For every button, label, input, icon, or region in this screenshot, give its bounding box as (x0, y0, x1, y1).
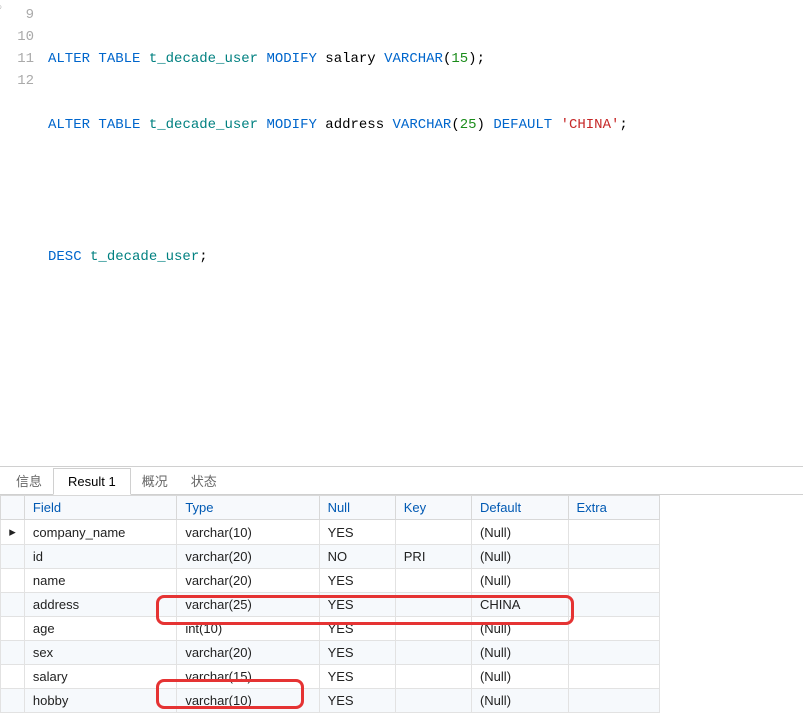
cell-default[interactable]: (Null) (471, 665, 568, 689)
result-tabs: 信息 Result 1 概况 状态 (0, 467, 803, 495)
cell-type[interactable]: varchar(20) (177, 569, 319, 593)
cell-field[interactable]: age (24, 617, 176, 641)
cell-default[interactable]: (Null) (471, 569, 568, 593)
row-pointer (1, 665, 25, 689)
cell-field[interactable]: address (24, 593, 176, 617)
code-content[interactable]: ALTER TABLE t_decade_user MODIFY salary … (48, 4, 628, 312)
cell-default[interactable]: (Null) (471, 617, 568, 641)
code-line[interactable]: ALTER TABLE t_decade_user MODIFY address… (48, 114, 628, 136)
cell-default[interactable]: (Null) (471, 641, 568, 665)
table-row[interactable]: idvarchar(20)NOPRI(Null) (1, 545, 660, 569)
col-header-extra[interactable]: Extra (568, 496, 660, 520)
cell-null[interactable]: YES (319, 593, 395, 617)
cell-extra[interactable] (568, 689, 660, 713)
cell-key[interactable] (395, 617, 471, 641)
sql-editor[interactable]: ○9 10 11 12 ALTER TABLE t_decade_user MO… (0, 0, 803, 316)
col-header-field[interactable]: Field (24, 496, 176, 520)
cell-key[interactable] (395, 569, 471, 593)
row-pointer (1, 641, 25, 665)
col-header-null[interactable]: Null (319, 496, 395, 520)
cell-null[interactable]: YES (319, 689, 395, 713)
line-number: 12 (0, 70, 34, 92)
tab-info[interactable]: 信息 (4, 466, 54, 495)
code-line-blank[interactable] (48, 180, 628, 202)
cell-type[interactable]: varchar(25) (177, 593, 319, 617)
tab-status[interactable]: 状态 (179, 466, 229, 495)
line-number: 11 (0, 48, 34, 70)
cell-type[interactable]: varchar(20) (177, 641, 319, 665)
col-header-type[interactable]: Type (177, 496, 319, 520)
row-pointer (1, 593, 25, 617)
cell-type[interactable]: varchar(15) (177, 665, 319, 689)
cell-extra[interactable] (568, 545, 660, 569)
results-pane: 信息 Result 1 概况 状态 Field Type Null Key De… (0, 466, 803, 713)
line-number: 10 (0, 26, 34, 48)
cell-key[interactable] (395, 665, 471, 689)
cell-extra[interactable] (568, 617, 660, 641)
header-row: Field Type Null Key Default Extra (1, 496, 660, 520)
cell-null[interactable]: YES (319, 520, 395, 545)
cell-field[interactable]: salary (24, 665, 176, 689)
cell-null[interactable]: YES (319, 665, 395, 689)
col-header-default[interactable]: Default (471, 496, 568, 520)
cell-extra[interactable] (568, 641, 660, 665)
cell-field[interactable]: name (24, 569, 176, 593)
row-pointer (1, 689, 25, 713)
cell-extra[interactable] (568, 593, 660, 617)
row-pointer (1, 545, 25, 569)
row-pointer: ▸ (1, 520, 25, 545)
line-number: 9 (26, 7, 34, 23)
table-row[interactable]: namevarchar(20)YES (Null) (1, 569, 660, 593)
cell-null[interactable]: YES (319, 617, 395, 641)
col-header-key[interactable]: Key (395, 496, 471, 520)
cell-null[interactable]: YES (319, 641, 395, 665)
cell-field[interactable]: id (24, 545, 176, 569)
cell-null[interactable]: NO (319, 545, 395, 569)
cell-field[interactable]: sex (24, 641, 176, 665)
row-pointer (1, 617, 25, 641)
result-body: ▸company_namevarchar(10)YES(Null)idvarch… (1, 520, 660, 713)
cell-extra[interactable] (568, 520, 660, 545)
table-row[interactable]: hobbyvarchar(10)YES (Null) (1, 689, 660, 713)
cell-key[interactable] (395, 641, 471, 665)
cell-key[interactable]: PRI (395, 545, 471, 569)
cell-type[interactable]: varchar(20) (177, 545, 319, 569)
cell-type[interactable]: varchar(10) (177, 689, 319, 713)
result-table[interactable]: Field Type Null Key Default Extra ▸compa… (0, 495, 660, 713)
table-row[interactable]: ▸company_namevarchar(10)YES (Null) (1, 520, 660, 545)
result-table-wrap: Field Type Null Key Default Extra ▸compa… (0, 495, 803, 713)
caret-marker: ○ (0, 0, 2, 20)
line-gutter: ○9 10 11 12 (0, 4, 48, 312)
cell-extra[interactable] (568, 569, 660, 593)
cell-default[interactable]: CHINA (471, 593, 568, 617)
row-pointer-header (1, 496, 25, 520)
table-row[interactable]: addressvarchar(25)YES CHINA (1, 593, 660, 617)
code-line[interactable]: DESC t_decade_user; (48, 246, 628, 268)
cell-field[interactable]: hobby (24, 689, 176, 713)
cell-type[interactable]: int(10) (177, 617, 319, 641)
cell-type[interactable]: varchar(10) (177, 520, 319, 545)
tab-result-1[interactable]: Result 1 (53, 468, 131, 495)
cell-null[interactable]: YES (319, 569, 395, 593)
tab-profile[interactable]: 概况 (130, 466, 180, 495)
cell-default[interactable]: (Null) (471, 689, 568, 713)
table-row[interactable]: salaryvarchar(15)YES (Null) (1, 665, 660, 689)
cell-default[interactable]: (Null) (471, 545, 568, 569)
cell-field[interactable]: company_name (24, 520, 176, 545)
cell-default[interactable]: (Null) (471, 520, 568, 545)
code-line[interactable]: ALTER TABLE t_decade_user MODIFY salary … (48, 48, 628, 70)
cell-key[interactable] (395, 689, 471, 713)
row-pointer (1, 569, 25, 593)
cell-key[interactable] (395, 593, 471, 617)
table-row[interactable]: sexvarchar(20)YES (Null) (1, 641, 660, 665)
cell-key[interactable] (395, 520, 471, 545)
cell-extra[interactable] (568, 665, 660, 689)
table-row[interactable]: ageint(10)YES (Null) (1, 617, 660, 641)
